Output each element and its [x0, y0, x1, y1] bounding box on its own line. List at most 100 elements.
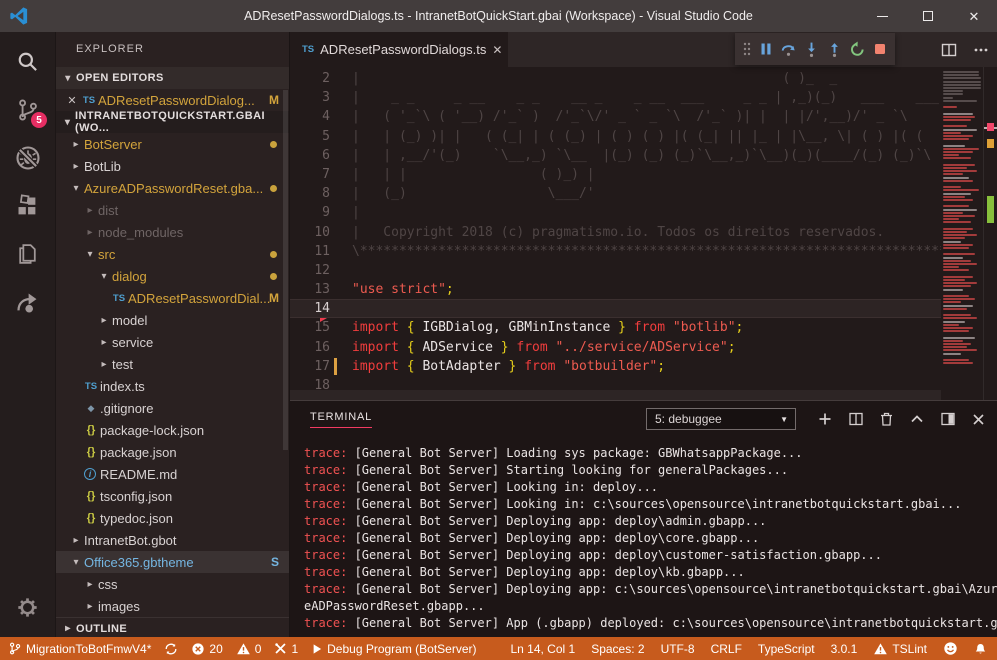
- minimap-line: [943, 71, 979, 73]
- line-number[interactable]: 9: [290, 203, 330, 222]
- minimap-line: [943, 353, 961, 355]
- step-over-button[interactable]: [780, 41, 797, 58]
- terminal-line: eADPasswordReset.gbapp...: [304, 598, 997, 615]
- minimap[interactable]: [941, 67, 983, 400]
- maximize-panel-button[interactable]: [910, 412, 924, 426]
- tab-close-icon[interactable]: ✕: [492, 43, 502, 57]
- overview-ruler[interactable]: [983, 67, 997, 400]
- step-out-button[interactable]: [826, 41, 843, 58]
- drag-handle-icon[interactable]: [742, 41, 752, 57]
- tools-count[interactable]: 1: [274, 642, 298, 656]
- notifications-bell[interactable]: [974, 642, 987, 656]
- line-number[interactable]: 4: [290, 107, 330, 126]
- settings-gear-button[interactable]: [0, 583, 55, 631]
- debug-launch[interactable]: Debug Program (BotServer): [311, 642, 476, 656]
- close-button[interactable]: ✕: [951, 0, 997, 32]
- tree-item-package-json[interactable]: {}package.json: [56, 441, 289, 463]
- restart-button[interactable]: [849, 41, 866, 58]
- close-editor-icon[interactable]: ✕: [64, 94, 80, 107]
- debug-activity-button[interactable]: [0, 134, 55, 182]
- terminal-output[interactable]: trace: [General Bot Server] Loading sys …: [290, 437, 997, 637]
- tree-item--gitignore[interactable]: ◆.gitignore: [56, 397, 289, 419]
- line-number[interactable]: 11: [290, 242, 330, 261]
- tree-item-botlib[interactable]: ▸BotLib: [56, 155, 289, 177]
- sidebar-scrollbar[interactable]: [283, 90, 288, 450]
- error-count[interactable]: 20: [191, 642, 222, 656]
- tree-item-intranetbot-gbot[interactable]: ▸IntranetBot.gbot: [56, 529, 289, 551]
- terminal-line: trace: [General Bot Server] Deploying ap…: [304, 513, 997, 530]
- warning-count[interactable]: 0: [236, 642, 262, 656]
- terminal-select[interactable]: 5: debuggee ▼: [646, 408, 796, 430]
- tree-item-service[interactable]: ▸service: [56, 331, 289, 353]
- horizontal-scrollbar[interactable]: [290, 390, 941, 400]
- close-panel-button[interactable]: [972, 413, 985, 426]
- split-terminal-button[interactable]: [849, 412, 863, 426]
- tree-item-typedoc-json[interactable]: {}typedoc.json: [56, 507, 289, 529]
- line-number[interactable]: 5: [290, 127, 330, 146]
- tree-item-readme-md[interactable]: iREADME.md: [56, 463, 289, 485]
- tree-item-images[interactable]: ▸images: [56, 595, 289, 617]
- eol[interactable]: CRLF: [711, 642, 742, 656]
- new-terminal-button[interactable]: [818, 412, 832, 426]
- workspace-section-header[interactable]: ▾ INTRANETBOTQUICKSTART.GBAI (WO...: [56, 111, 289, 133]
- line-number[interactable]: 8: [290, 184, 330, 203]
- pause-button[interactable]: [758, 41, 774, 57]
- line-number[interactable]: 14: [290, 299, 330, 318]
- feedback-smiley[interactable]: [943, 641, 958, 656]
- tree-item-package-lock-json[interactable]: {}package-lock.json: [56, 419, 289, 441]
- tree-item-dialog[interactable]: ▾dialog: [56, 265, 289, 287]
- language-mode[interactable]: TypeScript: [758, 642, 815, 656]
- tree-item-src[interactable]: ▾src: [56, 243, 289, 265]
- source-control-activity-button[interactable]: 5: [0, 86, 55, 134]
- open-editor-item[interactable]: ✕ TS ADResetPasswordDialog... M: [56, 89, 289, 111]
- git-branch-status[interactable]: MigrationToBotFmwV4*: [8, 641, 151, 656]
- indentation[interactable]: Spaces: 2: [591, 642, 644, 656]
- tslint-status[interactable]: TSLint: [873, 642, 927, 656]
- code-editor[interactable]: 2| ( )_ _3| _ _ _ __ _ _ __ _ _ __ ___ _…: [290, 67, 997, 400]
- line-number[interactable]: 7: [290, 165, 330, 184]
- tree-item-dist[interactable]: ▸dist: [56, 199, 289, 221]
- more-actions-button[interactable]: [973, 42, 989, 58]
- tab-terminal[interactable]: TERMINAL: [310, 411, 372, 428]
- tree-item-office365-gbtheme[interactable]: ▾Office365.gbthemeS: [56, 551, 289, 573]
- line-number[interactable]: 2: [290, 69, 330, 88]
- warning-icon: [236, 642, 251, 656]
- docs-activity-button[interactable]: [0, 230, 55, 278]
- tab-adresetpassworddialogs[interactable]: TS ADResetPasswordDialogs.ts ✕: [290, 32, 508, 67]
- tree-item-adresetpassworddial-[interactable]: TSADResetPasswordDial...M: [56, 287, 289, 309]
- line-number[interactable]: 10: [290, 223, 330, 242]
- sync-status[interactable]: [164, 642, 178, 656]
- share-activity-button[interactable]: [0, 278, 55, 326]
- maximize-button[interactable]: [905, 0, 951, 32]
- kill-terminal-button[interactable]: [880, 412, 893, 426]
- line-number[interactable]: 13: [290, 280, 330, 299]
- line-number[interactable]: 12: [290, 261, 330, 280]
- tree-item-azureadpasswordreset-gba-[interactable]: ▾AzureADPasswordReset.gba...: [56, 177, 289, 199]
- window-title: ADResetPasswordDialogs.ts - IntranetBotQ…: [0, 0, 997, 32]
- split-editor-button[interactable]: [941, 42, 957, 58]
- line-number[interactable]: 3: [290, 88, 330, 107]
- ts-version[interactable]: 3.0.1: [831, 642, 858, 656]
- line-number[interactable]: 16: [290, 338, 330, 357]
- tree-item-css[interactable]: ▸css: [56, 573, 289, 595]
- tree-item-tsconfig-json[interactable]: {}tsconfig.json: [56, 485, 289, 507]
- line-number[interactable]: 6: [290, 146, 330, 165]
- minimap-line: [943, 362, 973, 364]
- outline-section-header[interactable]: ▸ OUTLINE: [56, 617, 289, 637]
- cursor-position[interactable]: Ln 14, Col 1: [510, 642, 575, 656]
- encoding[interactable]: UTF-8: [661, 642, 695, 656]
- tree-item-model[interactable]: ▸model: [56, 309, 289, 331]
- search-activity-button[interactable]: [0, 38, 55, 86]
- tree-item-node-modules[interactable]: ▸node_modules: [56, 221, 289, 243]
- step-into-button[interactable]: [803, 41, 820, 58]
- stop-button[interactable]: [872, 41, 888, 57]
- tree-item-botserver[interactable]: ▸BotServer: [56, 133, 289, 155]
- toggle-panel-position-button[interactable]: [941, 412, 955, 426]
- tree-item-index-ts[interactable]: TSindex.ts: [56, 375, 289, 397]
- minimize-button[interactable]: [859, 0, 905, 32]
- minimap-line: [943, 266, 959, 268]
- tree-item-test[interactable]: ▸test: [56, 353, 289, 375]
- line-number[interactable]: 17: [290, 357, 330, 376]
- extensions-activity-button[interactable]: [0, 182, 55, 230]
- open-editors-section-header[interactable]: ▾ OPEN EDITORS: [56, 67, 289, 89]
